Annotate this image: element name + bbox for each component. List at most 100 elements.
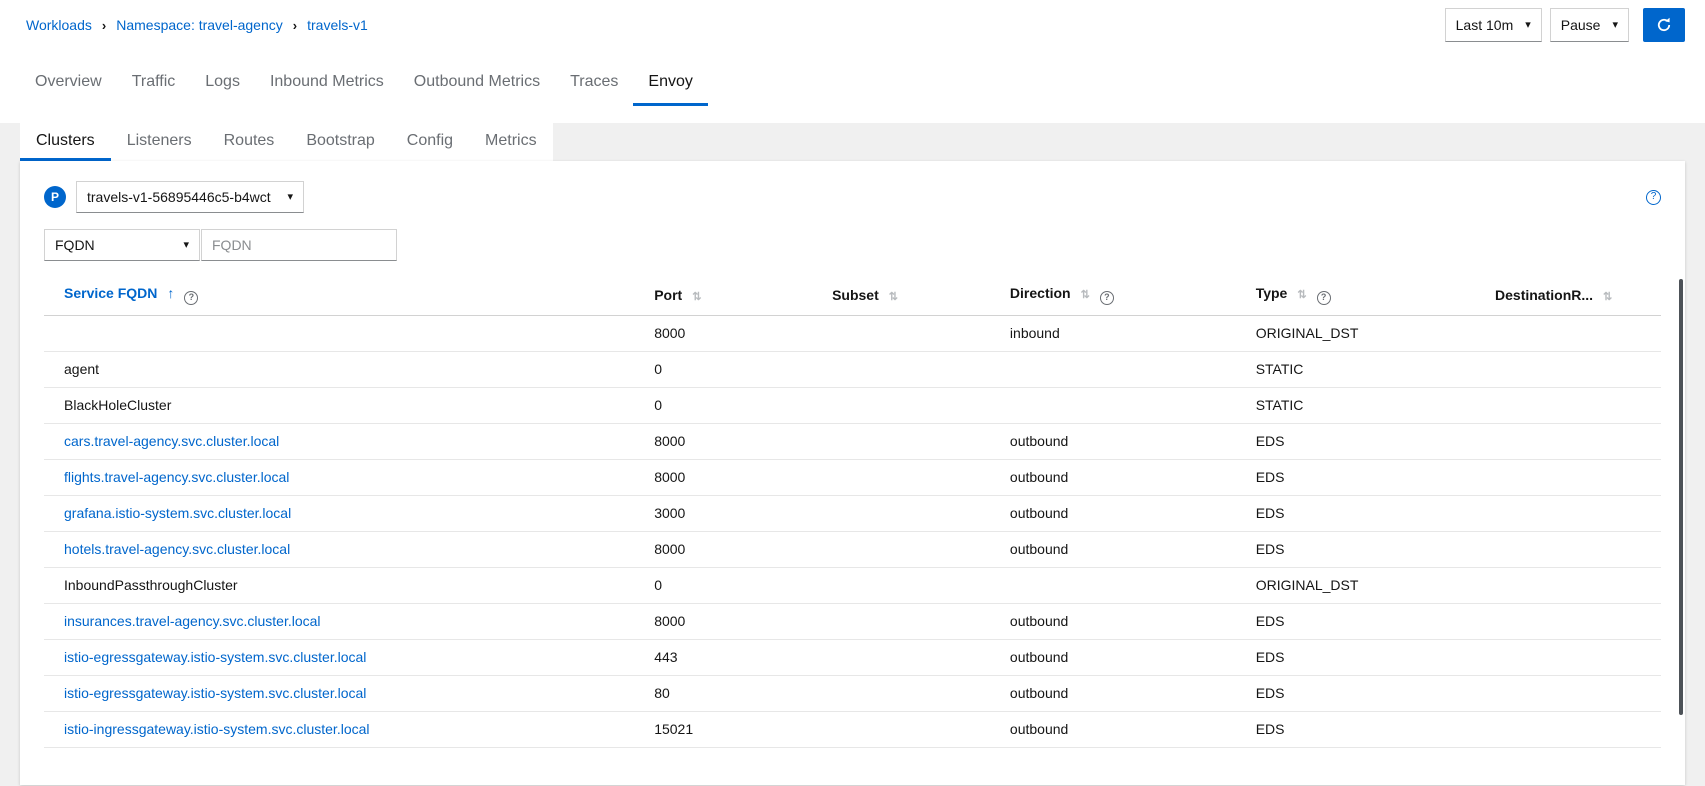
table-scrollbar[interactable] [1679,279,1683,715]
cell-service-fqdn: flights.travel-agency.svc.cluster.local [44,459,635,496]
cell-port: 15021 [634,711,813,748]
breadcrumb-link-travels-v1[interactable]: travels-v1 [307,17,368,33]
cell-type: ORIGINAL_DST [1235,567,1476,604]
tab-logs[interactable]: Logs [190,64,255,106]
cell-subset [812,423,990,460]
cell-service-fqdn: insurances.travel-agency.svc.cluster.loc… [44,603,635,640]
table-row: agent 0 STATIC [44,351,1661,388]
subtab-listeners[interactable]: Listeners [111,123,208,161]
breadcrumb-separator-icon: › [292,17,298,33]
refresh-interval-dropdown[interactable]: Pause ▾ [1549,8,1629,42]
sort-icon[interactable]: ⇅ [1603,291,1612,303]
service-fqdn-link[interactable]: grafana.istio-system.svc.cluster.local [64,505,291,521]
service-fqdn-link[interactable]: istio-ingressgateway.istio-system.svc.cl… [64,721,370,737]
cell-type: EDS [1235,711,1476,748]
caret-down-icon: ▾ [1525,18,1531,31]
cell-subset [812,711,990,748]
envoy-clusters-card: P travels-v1-56895446c5-b4wct ▾ ? FQDN ▾… [20,161,1685,785]
cell-type: EDS [1235,531,1476,568]
cell-destination-rule [1475,639,1661,676]
cell-port: 3000 [634,495,813,532]
service-fqdn-link[interactable]: istio-egressgateway.istio-system.svc.clu… [64,649,366,665]
tab-overview[interactable]: Overview [20,64,117,106]
tab-traces[interactable]: Traces [555,64,633,106]
column-header-destinationr[interactable]: DestinationR... ⇅ [1475,275,1661,316]
service-fqdn-link[interactable]: cars.travel-agency.svc.cluster.local [64,433,279,449]
tab-envoy[interactable]: Envoy [633,64,708,106]
column-header-type[interactable]: Type ⇅? [1235,275,1476,316]
sort-asc-icon[interactable]: ↑ [167,285,174,301]
table-row: istio-ingressgateway.istio-system.svc.cl… [44,711,1661,748]
service-fqdn-link[interactable]: istio-egressgateway.istio-system.svc.clu… [64,685,366,701]
filter-type-dropdown[interactable]: FQDN ▾ [44,229,200,261]
pod-selector-row: P travels-v1-56895446c5-b4wct ▾ ? [44,181,1661,213]
column-label: DestinationR... [1495,286,1594,303]
sort-icon[interactable]: ⇅ [1081,289,1090,301]
cell-direction: outbound [989,423,1236,460]
service-fqdn-link[interactable]: hotels.travel-agency.svc.cluster.local [64,541,290,557]
column-label: Subset [832,286,879,303]
cell-direction: outbound [989,603,1236,640]
breadcrumb-link-workloads[interactable]: Workloads [26,17,92,33]
subtab-routes[interactable]: Routes [208,123,291,161]
cell-subset [812,315,990,352]
subtab-clusters[interactable]: Clusters [20,123,111,161]
filter-input[interactable] [201,229,397,261]
cell-destination-rule [1475,315,1661,352]
caret-down-icon: ▾ [287,190,293,203]
cell-type: EDS [1235,423,1476,460]
page-header: Workloads › Namespace: travel-agency › trave… [0,0,1705,50]
cell-service-fqdn: cars.travel-agency.svc.cluster.local [44,423,635,460]
service-fqdn-link[interactable]: flights.travel-agency.svc.cluster.local [64,469,289,485]
tab-outbound-metrics[interactable]: Outbound Metrics [399,64,555,106]
cell-subset [812,495,990,532]
cell-destination-rule [1475,351,1661,388]
cell-service-fqdn: hotels.travel-agency.svc.cluster.local [44,531,635,568]
sort-icon[interactable]: ⇅ [692,291,701,303]
sort-icon[interactable]: ⇅ [1297,289,1306,301]
cell-subset [812,567,990,604]
column-header-subset[interactable]: Subset ⇅ [812,275,990,316]
column-label: Port [654,286,683,303]
table-row: istio-egressgateway.istio-system.svc.clu… [44,675,1661,712]
cell-destination-rule [1475,603,1661,640]
sort-icon[interactable]: ⇅ [889,291,898,303]
table-row: istio-egressgateway.istio-system.svc.clu… [44,639,1661,676]
main-tabs: Overview Traffic Logs Inbound Metrics Outbou… [0,64,1705,106]
column-header-direction[interactable]: Direction ⇅? [989,275,1236,316]
cell-type: EDS [1235,495,1476,532]
cell-port: 0 [634,387,813,424]
filter-row: FQDN ▾ [44,229,1661,261]
sync-icon [1656,17,1672,33]
breadcrumb-link-namespace-travel-agency[interactable]: Namespace: travel-agency [116,17,283,33]
tab-inbound-metrics[interactable]: Inbound Metrics [255,64,399,106]
clusters-table: Service FQDN ↑? Port ⇅ Subset ⇅ Direction ⇅? Typ… [44,275,1661,748]
breadcrumb-separator-icon: › [101,17,107,33]
caret-down-icon: ▾ [1612,18,1618,31]
pod-dropdown[interactable]: travels-v1-56895446c5-b4wct ▾ [76,181,304,213]
cell-port: 8000 [634,423,813,460]
cell-destination-rule [1475,387,1661,424]
help-icon[interactable]: ? [184,290,199,305]
duration-label: Last 10m [1455,17,1514,33]
help-icon[interactable]: ? [1099,290,1114,305]
column-label: Service FQDN [64,285,158,301]
help-icon[interactable]: ? [1646,189,1661,205]
cell-destination-rule [1475,531,1661,568]
cell-service-fqdn: grafana.istio-system.svc.cluster.local [44,495,635,532]
envoy-section: Clusters Listeners Routes Bootstrap Config Me… [0,123,1705,786]
tab-traffic[interactable]: Traffic [117,64,191,106]
subtab-metrics[interactable]: Metrics [469,123,553,161]
caret-down-icon: ▾ [183,238,189,251]
cell-port: 8000 [634,315,813,352]
cell-service-fqdn: agent [44,351,635,388]
subtab-bootstrap[interactable]: Bootstrap [290,123,390,161]
subtab-config[interactable]: Config [391,123,469,161]
table-row: BlackHoleCluster 0 STATIC [44,387,1661,424]
service-fqdn-link[interactable]: insurances.travel-agency.svc.cluster.loc… [64,613,321,629]
column-header-port[interactable]: Port ⇅ [634,275,813,316]
refresh-button[interactable] [1643,8,1685,42]
help-icon[interactable]: ? [1316,290,1331,305]
duration-dropdown[interactable]: Last 10m ▾ [1444,8,1542,42]
column-header-service-fqdn[interactable]: Service FQDN ↑? [44,275,635,316]
